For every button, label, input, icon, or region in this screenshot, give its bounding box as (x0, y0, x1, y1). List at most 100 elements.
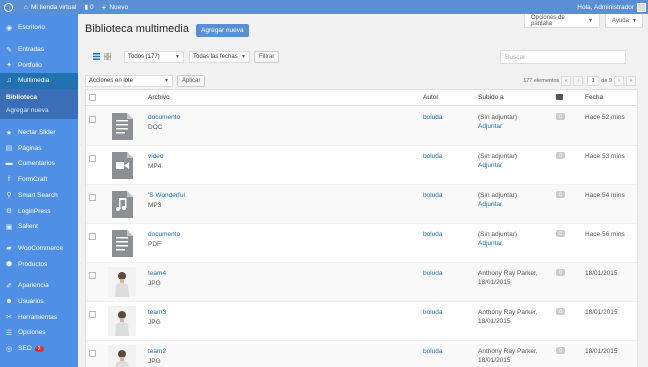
column-fecha[interactable]: Fecha (585, 94, 603, 101)
attach-link[interactable]: Adjuntar (478, 162, 502, 169)
apply-button[interactable]: Aplicar (177, 75, 206, 87)
comments-column-icon[interactable] (556, 94, 563, 100)
sidebar-item-smart-search[interactable]: ⚲ Smart Search (0, 188, 78, 204)
sidebar-item-woocommerce[interactable]: ▰ WooCommerce (0, 241, 78, 257)
sidebar-item-formcraft[interactable]: f FormCraft (0, 172, 78, 188)
sidebar-item-productos[interactable]: ⬢ Productos (0, 256, 78, 272)
file-title-link[interactable]: team3 (148, 309, 166, 316)
prev-page-button[interactable]: ‹ (573, 76, 584, 86)
new-content-link[interactable]: + Nuevo (98, 0, 132, 14)
grid-view-icon[interactable] (104, 53, 111, 60)
author-link[interactable]: boluda (423, 270, 443, 277)
document-thumbnail[interactable] (108, 228, 136, 258)
sidebar-item-loginpress[interactable]: ⚙ LoginPress (0, 203, 78, 219)
date-select[interactable]: Todas las fechas ▼ (189, 51, 250, 63)
photo-thumbnail[interactable] (108, 306, 136, 336)
file-title-link[interactable]: team2 (148, 348, 166, 355)
sidebar-item-opciones[interactable]: ☰ Opciones (0, 325, 78, 341)
list-view-icon[interactable] (93, 53, 100, 60)
site-name-link[interactable]: ⌂ Mi tienda virtual (20, 0, 80, 14)
media-type-value: Todos (177) (128, 54, 160, 60)
submenu-item-agregar-nueva[interactable]: Agregar nueva (0, 104, 78, 117)
author-link[interactable]: boluda (423, 192, 443, 199)
help-button[interactable]: Ayuda ▼ (605, 14, 643, 28)
sidebar-item-portfolio[interactable]: ✦ Portfolio (0, 57, 78, 73)
row-checkbox[interactable] (89, 116, 96, 123)
date-value: Todas las fechas (193, 54, 238, 60)
sidebar-item-label: SEO (18, 345, 32, 353)
file-title-link[interactable]: 'S Wonderful (148, 192, 185, 199)
site-name: Mi tienda virtual (30, 3, 77, 11)
comment-count-bubble[interactable]: 0 (556, 347, 565, 354)
help-label: Ayuda (612, 17, 629, 24)
sidebar-item-comentarios[interactable]: ▬ Comentarios (0, 156, 78, 172)
author-link[interactable]: boluda (423, 348, 443, 355)
plus-icon: + (101, 2, 107, 12)
media-type-select[interactable]: Todos (177) ▼ (124, 51, 184, 63)
last-page-button[interactable]: » (626, 76, 636, 86)
next-page-button[interactable]: › (614, 76, 624, 86)
screen-options-button[interactable]: Opciones de pantalla ▼ (524, 14, 600, 28)
sidebar-item-usuarios[interactable]: ☻ Usuarios (0, 294, 78, 310)
file-title-link[interactable]: video (148, 153, 164, 160)
author-link[interactable]: boluda (423, 153, 443, 160)
first-page-button[interactable]: « (561, 76, 572, 86)
comment-count-bubble[interactable]: 0 (556, 308, 565, 315)
wp-logo-button[interactable] (0, 0, 20, 14)
file-date: Hace 52 mins (585, 114, 625, 121)
select-all-checkbox[interactable] (89, 94, 96, 101)
column-archivo[interactable]: Archivo (148, 94, 170, 101)
sidebar-item-label: WooCommerce (18, 244, 64, 252)
author-link[interactable]: boluda (423, 114, 443, 121)
author-link[interactable]: boluda (423, 309, 443, 316)
row-checkbox[interactable] (89, 350, 96, 357)
add-new-button[interactable]: Agregar nueva (196, 24, 249, 37)
attach-link[interactable]: Adjuntar (478, 240, 502, 247)
search-input[interactable]: Buscar (500, 50, 626, 64)
brush-icon: ✐ (6, 282, 12, 290)
sidebar-item-herramientas[interactable]: ✂ Herramientas (0, 309, 78, 325)
current-page-input[interactable]: 1 (587, 76, 600, 86)
video-thumbnail[interactable] (108, 150, 136, 180)
bulk-actions-select[interactable]: Acciones en lote ▼ (85, 75, 173, 87)
audio-thumbnail[interactable] (108, 189, 136, 219)
row-checkbox[interactable] (89, 155, 96, 162)
sidebar-item-escritorio[interactable]: ◉ Escritorio (0, 20, 78, 36)
author-link[interactable]: boluda (423, 231, 443, 238)
photo-thumbnail[interactable] (108, 267, 136, 297)
attach-link[interactable]: Adjuntar (478, 123, 502, 130)
comment-count-bubble[interactable]: 0 (556, 113, 565, 120)
comment-count-bubble[interactable]: 0 (556, 191, 565, 198)
row-checkbox[interactable] (89, 311, 96, 318)
account-greeting[interactable]: Hola, Administrador (577, 4, 634, 11)
submenu-item-biblioteca[interactable]: Biblioteca (0, 91, 78, 104)
filter-button[interactable]: Filtrar (254, 51, 280, 63)
comments-link[interactable]: ▮ 0 (80, 0, 97, 14)
audio-icon (112, 191, 133, 218)
sidebar-item-nectar-slider[interactable]: ★ Nectar Slider (0, 125, 78, 141)
sidebar-item-multimedia[interactable]: ♫ Multimedia (0, 73, 78, 89)
dashboard-icon: ◉ (5, 24, 13, 32)
comment-count-bubble[interactable]: 0 (556, 152, 565, 159)
photo-thumbnail[interactable] (108, 345, 136, 367)
file-title-link[interactable]: team4 (148, 270, 166, 277)
sidebar-item-paginas[interactable]: ▤ Páginas (0, 140, 78, 156)
avatar[interactable] (637, 2, 646, 12)
row-checkbox[interactable] (89, 272, 96, 279)
sidebar-item-salient[interactable]: ▣ Salient (0, 219, 78, 235)
attach-link[interactable]: Adjuntar (478, 201, 502, 208)
sidebar-item-entradas[interactable]: ✎ Entradas (0, 42, 78, 58)
row-checkbox[interactable] (89, 194, 96, 201)
comment-count-bubble[interactable]: 0 (556, 269, 565, 276)
file-title-link[interactable]: documento (148, 114, 180, 121)
uploaded-to: (Sin adjuntar) (478, 192, 518, 199)
file-title-link[interactable]: documento (148, 231, 180, 238)
column-subido-a[interactable]: Subido a (478, 94, 504, 101)
sidebar-item-label: Herramientas (18, 313, 58, 321)
settings-icon: ☰ (5, 329, 13, 337)
document-thumbnail[interactable] (108, 111, 136, 141)
comment-count-bubble[interactable]: 0 (556, 230, 565, 237)
row-checkbox[interactable] (89, 233, 96, 240)
sidebar-item-seo[interactable]: ◎ SEO 2 (0, 341, 78, 357)
sidebar-item-apariencia[interactable]: ✐ Apariencia (0, 278, 78, 294)
